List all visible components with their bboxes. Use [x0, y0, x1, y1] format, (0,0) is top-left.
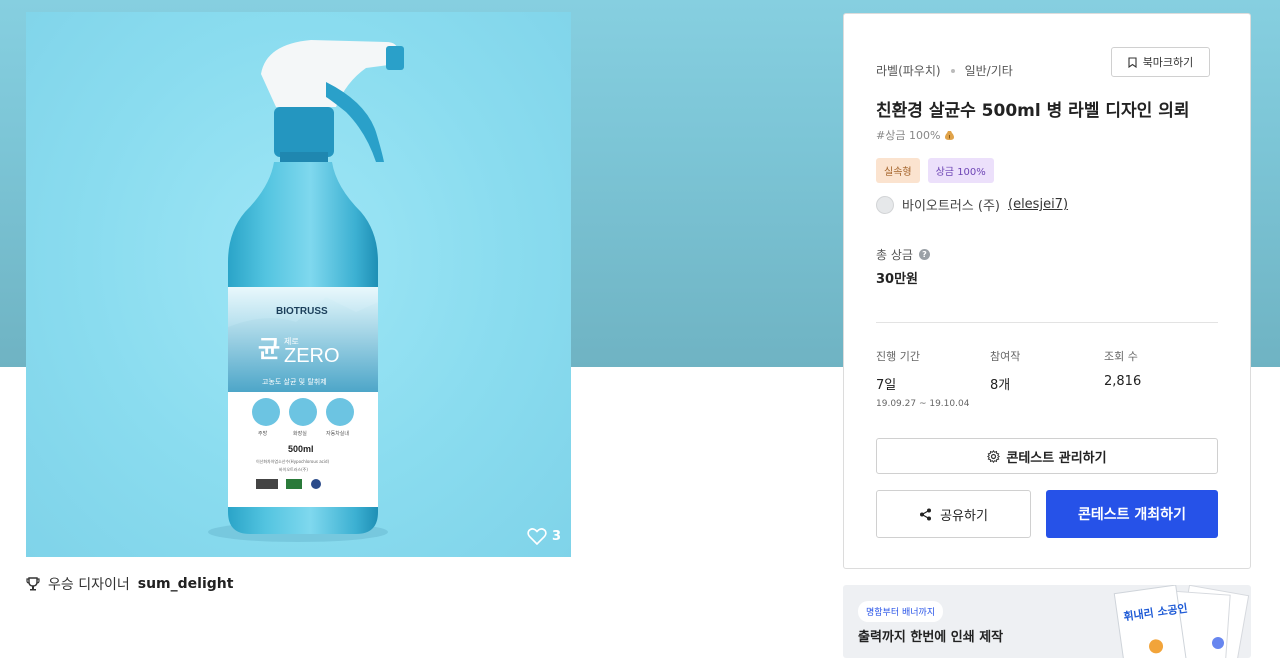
label-sub: 고농도 살균 및 탈취제 — [262, 377, 327, 386]
open-contest-button[interactable]: 콘테스트 개최하기 — [1046, 490, 1218, 538]
divider — [876, 322, 1218, 323]
bookmark-button[interactable]: 북마크하기 — [1111, 47, 1210, 77]
fda-logo — [256, 479, 278, 489]
gear-icon — [987, 449, 1001, 463]
banner-pill: 명함부터 배너까지 — [858, 601, 944, 622]
total-prize-value: 30만원 — [876, 272, 919, 287]
total-prize-label-text: 총 상금 — [876, 248, 913, 262]
label-icon2: 화장실 — [293, 430, 307, 437]
category-separator — [950, 68, 955, 73]
bookmark-icon — [1128, 56, 1137, 68]
label-line2: 바이오트러스(주) — [279, 466, 308, 472]
contest-title: 친환경 살균수 500ml 병 라벨 디자인 의뢰 — [876, 101, 1190, 121]
product-image[interactable]: BIOTRUSS 균 제로 ZERO 고농도 살균 및 탈취제 주방 화장실 자… — [26, 12, 571, 557]
label-icon3: 자동차실내 — [326, 430, 349, 437]
cert-logo — [311, 479, 321, 489]
host-id-link[interactable]: (elesjei7) — [1008, 197, 1068, 212]
like-count: 3 — [551, 528, 561, 544]
host-name: 바이오트러스 (주) — [902, 199, 1000, 214]
contest-tags: 실속형 상금 100% — [876, 158, 994, 183]
label-icon1: 주방 — [258, 430, 268, 437]
category-breadcrumb: 라벨(파우치) 일반/기타 — [876, 62, 1013, 79]
banner-illustration: 휘내리 소공인 — [1113, 585, 1250, 658]
label-en: ZERO — [284, 345, 340, 367]
share-label: 공유하기 — [940, 508, 988, 524]
bookmark-label: 북마크하기 — [1142, 56, 1194, 69]
host-info: 바이오트러스 (주) (elesjei7) — [876, 195, 1068, 214]
bottle-illustration: BIOTRUSS 균 제로 ZERO 고농도 살균 및 탈취제 주방 화장실 자… — [208, 40, 404, 542]
tag-prize: 상금 100% — [927, 158, 994, 183]
tag-practical: 실속형 — [876, 158, 920, 183]
trophy-icon — [26, 577, 40, 591]
category-sub[interactable]: 일반/기타 — [965, 62, 1013, 79]
prize-hashtag: #상금 100% — [876, 127, 955, 143]
participants-value: 8개 — [990, 378, 1011, 393]
total-prize-label: 총 상금 ? — [876, 246, 930, 263]
money-bag-icon — [945, 130, 955, 140]
winner-name[interactable]: sum_delight — [138, 576, 234, 592]
banner-text: 출력까지 한번에 인쇄 제작 — [858, 630, 1004, 645]
views-label: 조회 수 — [1104, 350, 1138, 363]
views-value: 2,816 — [1104, 374, 1142, 389]
label-volume: 500ml — [288, 444, 314, 454]
period-label: 진행 기간 — [876, 350, 920, 363]
host-avatar — [876, 195, 894, 214]
period-range: 19.09.27 ~ 19.10.04 — [876, 399, 970, 409]
help-icon[interactable]: ? — [918, 249, 930, 260]
participants-label: 참여작 — [990, 350, 1021, 363]
share-button[interactable]: 공유하기 — [876, 490, 1031, 538]
label-kor: 균 — [258, 335, 280, 363]
manage-label: 콘테스트 관리하기 — [1006, 450, 1107, 466]
prize-hashtag-text: #상금 100% — [876, 129, 941, 142]
stat-period: 진행 기간 7일 19.09.27 ~ 19.10.04 — [876, 348, 969, 409]
stat-participants: 참여작 8개 — [990, 348, 1020, 393]
manage-contest-button[interactable]: 콘테스트 관리하기 — [876, 438, 1218, 474]
share-icon — [920, 508, 932, 520]
like-button[interactable]: 3 — [527, 527, 561, 545]
usda-logo — [286, 479, 302, 489]
label-line1: 이산화차아염소산수(Hypochlorous acid) — [256, 458, 330, 464]
category-main[interactable]: 라벨(파우치) — [876, 62, 941, 79]
stat-views: 조회 수 2,816 — [1104, 348, 1141, 389]
label-brand: BIOTRUSS — [276, 306, 328, 317]
promo-banner[interactable]: 명함부터 배너까지 출력까지 한번에 인쇄 제작 휘내리 소공인 — [843, 585, 1251, 658]
heart-icon — [527, 528, 547, 545]
contest-info-card: 라벨(파우치) 일반/기타 북마크하기 친환경 살균수 500ml 병 라벨 디… — [843, 13, 1251, 569]
winner-prefix: 우승 디자이너 — [48, 577, 130, 593]
period-value: 7일 — [876, 378, 897, 393]
winner-designer: 우승 디자이너 sum_delight — [26, 574, 233, 594]
